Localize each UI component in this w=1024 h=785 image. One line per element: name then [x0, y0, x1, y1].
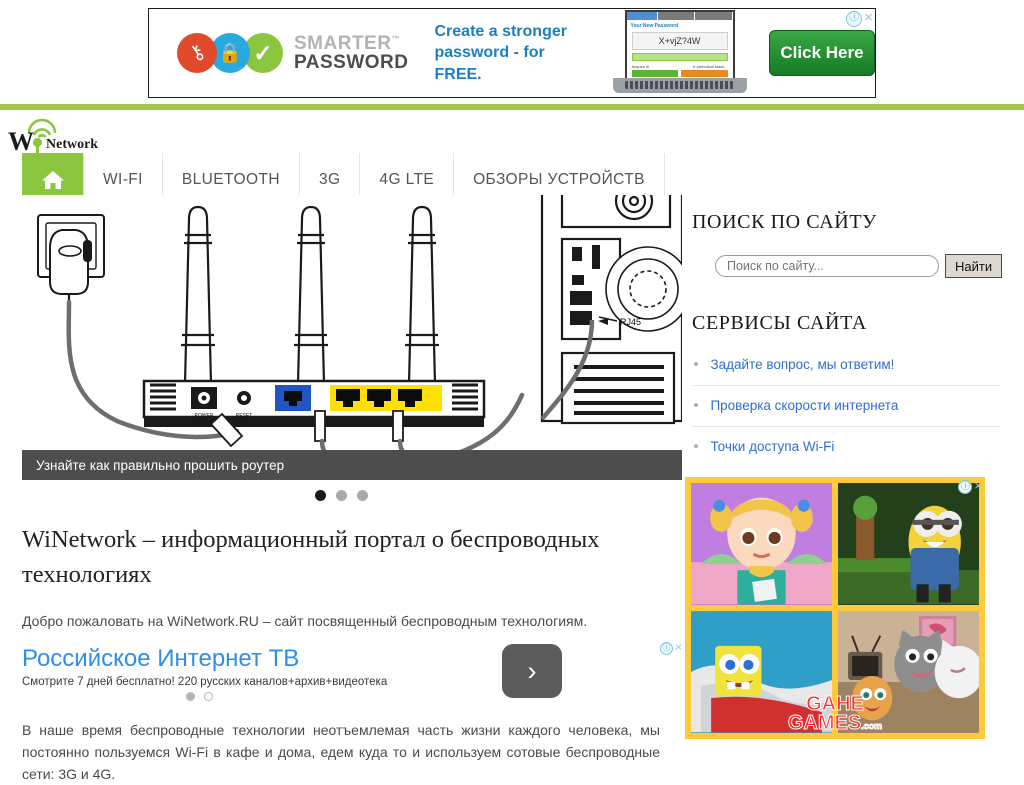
home-icon	[41, 170, 64, 189]
inline-adchoices-controls: ⓘ ×	[659, 641, 682, 656]
inline-ad-title: Российское Интернет ТВ	[22, 645, 300, 673]
games-ad-brand-suffix: .com	[861, 721, 883, 731]
inline-ad-dot-2[interactable]	[204, 691, 213, 701]
games-ad-brand-line2: GAMES	[787, 712, 862, 734]
laptop-screen: Your New Password X+vjZ?4W Acquire it! I…	[624, 10, 735, 78]
search-form: Найти	[715, 254, 1024, 278]
list-item: Проверка скорости интернета	[692, 386, 1000, 427]
logo-w-letter: W	[8, 127, 34, 156]
article-body: WiNetwork – информационный портал о бесп…	[0, 523, 682, 632]
smarter-password-logo: ⚷ 🔒 ✓	[177, 33, 283, 73]
screen-btn-left-label: Acquire it!	[631, 64, 650, 69]
page-root: ⚷ 🔒 ✓ SMARTER™ PASSWORD Create a stronge…	[0, 0, 1024, 782]
chevron-right-icon[interactable]: ›	[502, 644, 562, 699]
game-tile-baby-hazel[interactable]	[691, 483, 832, 605]
bullet-icon	[694, 402, 698, 407]
page-title: WiNetwork – информационный портал о бесп…	[22, 526, 600, 588]
screen-label: Your New Password	[630, 23, 679, 29]
list-item: Задайте вопрос, мы ответим!	[692, 345, 1000, 386]
games-ad-brand: GAHE GAMES.com	[787, 694, 883, 734]
logo-network-text: Network	[46, 137, 99, 152]
trademark-symbol: ™	[391, 34, 400, 44]
article-body-continued: В наше время беспроводные технологии нео…	[0, 720, 682, 785]
slider-dot-2[interactable]	[335, 490, 347, 501]
sidebar-column: ПОИСК ПО САЙТУ Найти СЕРВИСЫ САЙТА Задай…	[682, 195, 1024, 785]
inline-ad-close-icon[interactable]: ×	[675, 641, 682, 655]
services-heading: СЕРВИСЫ САЙТА	[692, 312, 867, 334]
article-paragraph: В наше время беспроводные технологии нео…	[22, 722, 660, 782]
bullet-icon	[694, 361, 698, 366]
ad-brand-name: SMARTER™ PASSWORD	[294, 34, 408, 72]
ad-headline-line1: Create a stronger	[434, 22, 567, 40]
ad-brand-line1: SMARTER	[294, 33, 392, 54]
inline-ad-dots	[186, 691, 682, 701]
service-link-speed-test[interactable]: Проверка скорости интернета	[710, 398, 898, 413]
slider-dot-1[interactable]	[314, 490, 326, 501]
site-header: W Network WI-FI BLUETOOTH 3G 4G LTE ОБЗО…	[0, 110, 1024, 206]
inline-banner-ad[interactable]: Российское Интернет ТВ Смотрите 7 дней б…	[22, 641, 682, 703]
bullet-icon	[694, 443, 698, 448]
top-banner-ad[interactable]: ⚷ 🔒 ✓ SMARTER™ PASSWORD Create a stronge…	[148, 8, 876, 98]
games-adchoices-controls: ⓘ ×	[958, 479, 982, 494]
ad-headline: Create a stronger password - for FREE.	[434, 21, 594, 86]
laptop-base	[612, 78, 747, 93]
router-connection-illustration: POWER RESET RJ45	[22, 195, 682, 480]
content-column: POWER RESET RJ45 Узнайте как правильно п…	[0, 195, 682, 785]
ad-brand-line2: PASSWORD	[294, 52, 409, 73]
service-link-wifi-hotspots[interactable]: Точки доступа Wi-Fi	[710, 439, 834, 454]
ad-cta-region: Click Here	[769, 30, 875, 76]
inline-ad-subtitle: Смотрите 7 дней бесплатно! 220 русских к…	[22, 675, 388, 688]
baby-character-art	[691, 483, 832, 605]
screen-action-buttons	[631, 70, 728, 77]
ad-headline-line2: password - for FREE.	[434, 44, 545, 83]
slider-caption: Узнайте как правильно прошить роутер	[22, 450, 682, 480]
list-item: Точки доступа Wi-Fi	[692, 427, 1000, 467]
article-lead: Добро пожаловать на WiNetwork.RU – сайт …	[22, 612, 588, 629]
screen-btn-right-label: It periodical black...	[693, 64, 728, 69]
search-submit-button[interactable]: Найти	[945, 254, 1003, 278]
minion-character-art	[838, 483, 979, 605]
game-tile-minion[interactable]	[838, 483, 979, 605]
svg-text:RESET: RESET	[236, 413, 253, 419]
search-heading: ПОИСК ПО САЙТУ	[692, 211, 877, 233]
strength-meter	[631, 53, 728, 61]
ad-close-icon[interactable]: ×	[864, 10, 873, 25]
rj45-port-label: RJ45	[620, 317, 641, 327]
generated-password: X+vjZ?4W	[631, 32, 728, 50]
browser-chrome-bar	[626, 12, 733, 20]
svg-text:POWER: POWER	[195, 413, 214, 419]
inline-ad-dot-1[interactable]	[186, 691, 195, 701]
games-adchoices-info-icon[interactable]: ⓘ	[958, 480, 973, 494]
hero-slider[interactable]: POWER RESET RJ45 Узнайте как правильно п…	[22, 195, 682, 480]
screen-button-labels: Acquire it! It periodical black...	[632, 64, 728, 69]
service-link-ask-question[interactable]: Задайте вопрос, мы ответим!	[710, 357, 894, 372]
adchoices-controls: ⓘ ×	[846, 10, 873, 27]
games-ad-close-icon[interactable]: ×	[974, 479, 982, 494]
key-icon: ⚷	[177, 33, 217, 73]
search-input[interactable]	[715, 255, 939, 277]
adchoices-info-icon[interactable]: ⓘ	[846, 11, 863, 27]
services-list: Задайте вопрос, мы ответим! Проверка ско…	[692, 345, 1000, 467]
site-logo[interactable]: W Network	[6, 118, 98, 156]
slider-dot-3[interactable]	[356, 490, 368, 501]
games-banner-ad[interactable]: ⓘ × GAHE GAMES.com	[685, 477, 985, 739]
main-layout: POWER RESET RJ45 Узнайте как правильно п…	[0, 195, 1024, 785]
slider-dots	[0, 490, 682, 501]
top-ad-region: ⚷ 🔒 ✓ SMARTER™ PASSWORD Create a stronge…	[0, 0, 1024, 104]
laptop-illustration: Your New Password X+vjZ?4W Acquire it! I…	[611, 9, 749, 97]
click-here-button[interactable]: Click Here	[769, 30, 875, 76]
inline-adchoices-info-icon[interactable]: ⓘ	[659, 642, 673, 656]
